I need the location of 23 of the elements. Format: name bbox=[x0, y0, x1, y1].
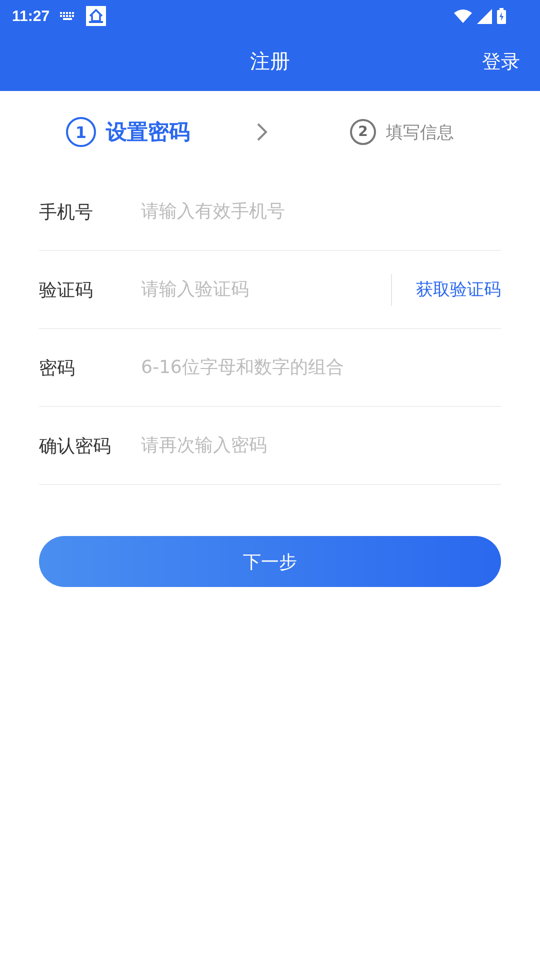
field-label: 密码 bbox=[39, 356, 76, 380]
field-label: 验证码 bbox=[39, 278, 94, 302]
keyboard-icon bbox=[60, 11, 76, 21]
field-label: 确认密码 bbox=[39, 434, 112, 458]
page-title: 注册 bbox=[250, 48, 290, 75]
signal-icon bbox=[477, 8, 492, 24]
step-label: 填写信息 bbox=[386, 122, 454, 144]
status-time: 11:27 bbox=[12, 8, 50, 24]
step-number: 2 bbox=[350, 119, 376, 145]
house-icon bbox=[86, 6, 106, 26]
input-field[interactable]: 请输入有效手机号 bbox=[141, 201, 501, 222]
input-field[interactable]: 6-16位字母和数字的组合 bbox=[141, 357, 501, 378]
login-link[interactable]: 登录 bbox=[482, 48, 520, 74]
step-number: 1 bbox=[66, 117, 96, 147]
wifi-icon bbox=[454, 9, 472, 23]
input-field[interactable]: 请输入验证码 bbox=[141, 279, 391, 300]
field-label: 手机号 bbox=[39, 200, 94, 224]
chevron-icon bbox=[256, 122, 268, 142]
input-field[interactable]: 请再次输入密码 bbox=[141, 435, 501, 456]
next-button[interactable]: 下一步 bbox=[39, 536, 501, 587]
get-code-link[interactable]: 获取验证码 bbox=[416, 278, 501, 301]
battery-icon bbox=[497, 8, 506, 24]
step-label: 设置密码 bbox=[106, 119, 190, 146]
